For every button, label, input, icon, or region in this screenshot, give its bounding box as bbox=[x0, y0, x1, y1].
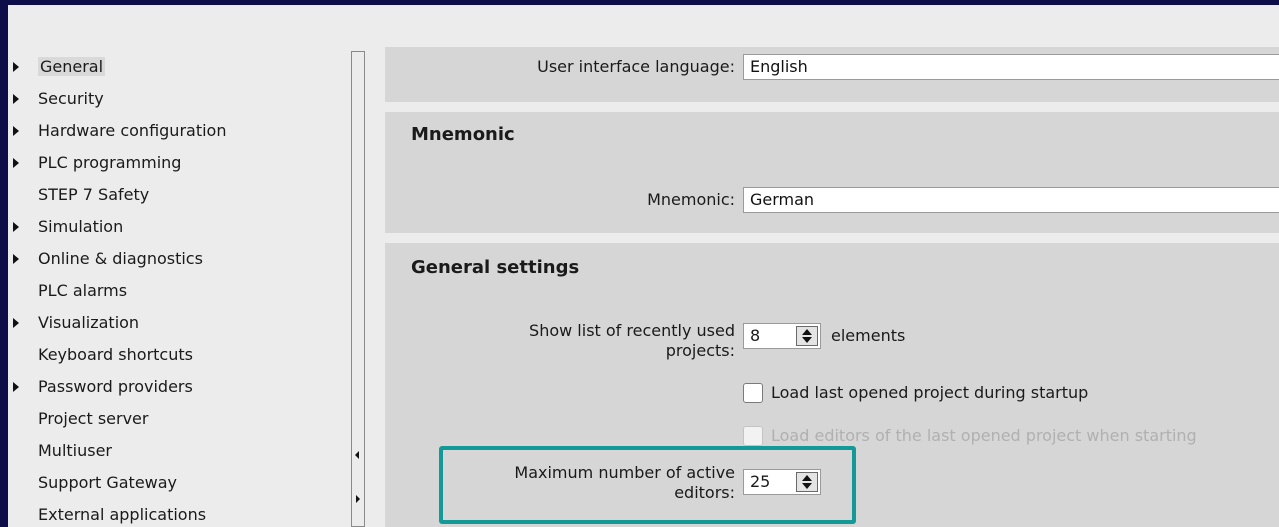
nav-item-label: STEP 7 Safety bbox=[38, 185, 150, 204]
stepper-down-icon[interactable] bbox=[802, 483, 812, 489]
nav-item-support-gateway[interactable]: Support Gateway bbox=[8, 467, 348, 499]
expand-arrow-icon[interactable] bbox=[13, 318, 19, 328]
nav-item-project-server[interactable]: Project server bbox=[8, 403, 348, 435]
recent-projects-label: Show list of recently used projects: bbox=[415, 321, 735, 361]
nav-item-online-diagnostics[interactable]: Online & diagnostics bbox=[8, 243, 348, 275]
nav-item-label: Project server bbox=[38, 409, 149, 428]
nav-item-label: Support Gateway bbox=[38, 473, 178, 492]
nav-item-hardware-configuration[interactable]: Hardware configuration bbox=[8, 115, 348, 147]
ui-language-label: User interface language: bbox=[537, 57, 735, 76]
expand-arrow-icon[interactable] bbox=[13, 382, 19, 392]
nav-item-general[interactable]: General bbox=[8, 51, 348, 83]
expand-arrow-icon[interactable] bbox=[13, 126, 19, 136]
mnemonic-field[interactable]: German bbox=[743, 187, 1279, 213]
load-editors-label: Load editors of the last opened project … bbox=[771, 426, 1197, 445]
nav-item-visualization[interactable]: Visualization bbox=[8, 307, 348, 339]
language-panel: User interface language: English bbox=[385, 47, 1279, 102]
nav-item-keyboard-shortcuts[interactable]: Keyboard shortcuts bbox=[8, 339, 348, 371]
nav-item-label: Online & diagnostics bbox=[38, 249, 203, 268]
max-editors-label-line1: Maximum number of active bbox=[514, 463, 735, 482]
nav-item-label: Simulation bbox=[38, 217, 124, 236]
nav-item-label: External applications bbox=[38, 505, 207, 524]
max-editors-label: Maximum number of active editors: bbox=[435, 463, 735, 503]
arrow-left-icon bbox=[355, 451, 359, 459]
recent-projects-unit: elements bbox=[831, 326, 906, 345]
nav-item-label: Security bbox=[38, 89, 104, 108]
sidebar-scrollbar[interactable] bbox=[351, 51, 365, 527]
general-settings-panel: General settings Show list of recently u… bbox=[385, 243, 1279, 527]
mnemonic-panel: Mnemonic Mnemonic: German bbox=[385, 112, 1279, 233]
top-bar bbox=[8, 5, 1279, 47]
recent-projects-label-line2: projects: bbox=[665, 341, 735, 360]
settings-sidebar: General Security Hardware configuration … bbox=[8, 47, 373, 527]
collapse-sidebar-button[interactable] bbox=[352, 446, 364, 466]
stepper-down-icon[interactable] bbox=[802, 337, 812, 343]
recent-projects-stepper[interactable]: 8 bbox=[743, 323, 821, 349]
general-settings-title: General settings bbox=[411, 257, 580, 278]
nav-item-external-applications[interactable]: External applications bbox=[8, 499, 348, 527]
expand-arrow-icon[interactable] bbox=[13, 222, 19, 232]
nav-item-multiuser[interactable]: Multiuser bbox=[8, 435, 348, 467]
load-editors-checkbox bbox=[743, 426, 763, 446]
nav-item-label: PLC programming bbox=[38, 153, 182, 172]
max-editors-stepper[interactable]: 25 bbox=[743, 469, 821, 495]
expand-arrow-icon[interactable] bbox=[13, 94, 19, 104]
expand-sidebar-button[interactable] bbox=[352, 490, 364, 510]
expand-arrow-icon[interactable] bbox=[13, 62, 19, 72]
stepper-buttons[interactable] bbox=[796, 472, 818, 492]
nav-item-label: General bbox=[38, 57, 106, 76]
nav-item-label: Hardware configuration bbox=[38, 121, 227, 140]
recent-projects-value[interactable]: 8 bbox=[750, 324, 760, 348]
arrow-right-icon bbox=[356, 495, 360, 503]
expand-arrow-icon[interactable] bbox=[13, 158, 19, 168]
stepper-up-icon[interactable] bbox=[802, 329, 812, 335]
nav-item-label: Visualization bbox=[38, 313, 140, 332]
nav-item-label: Keyboard shortcuts bbox=[38, 345, 193, 364]
recent-projects-label-line1: Show list of recently used bbox=[529, 321, 735, 340]
ui-language-field[interactable]: English bbox=[743, 54, 1279, 80]
load-last-project-checkbox[interactable] bbox=[743, 383, 763, 403]
nav-item-simulation[interactable]: Simulation bbox=[8, 211, 348, 243]
settings-nav-tree: General Security Hardware configuration … bbox=[8, 51, 348, 527]
max-editors-label-line2: editors: bbox=[674, 483, 735, 502]
nav-item-password-providers[interactable]: Password providers bbox=[8, 371, 348, 403]
max-editors-value[interactable]: 25 bbox=[750, 470, 770, 494]
nav-item-label: Multiuser bbox=[38, 441, 113, 460]
stepper-up-icon[interactable] bbox=[802, 475, 812, 481]
stepper-buttons[interactable] bbox=[796, 326, 818, 346]
nav-item-step7-safety[interactable]: STEP 7 Safety bbox=[8, 179, 348, 211]
mnemonic-label: Mnemonic: bbox=[647, 190, 735, 209]
nav-item-plc-alarms[interactable]: PLC alarms bbox=[8, 275, 348, 307]
nav-item-label: PLC alarms bbox=[38, 281, 128, 300]
expand-arrow-icon[interactable] bbox=[13, 254, 19, 264]
nav-item-plc-programming[interactable]: PLC programming bbox=[8, 147, 348, 179]
nav-item-label: Password providers bbox=[38, 377, 193, 396]
mnemonic-section-title: Mnemonic bbox=[411, 124, 515, 145]
settings-content: User interface language: English Mnemoni… bbox=[385, 47, 1279, 527]
load-last-project-label: Load last opened project during startup bbox=[771, 383, 1089, 402]
nav-item-security[interactable]: Security bbox=[8, 83, 348, 115]
settings-window: General Security Hardware configuration … bbox=[8, 5, 1279, 527]
